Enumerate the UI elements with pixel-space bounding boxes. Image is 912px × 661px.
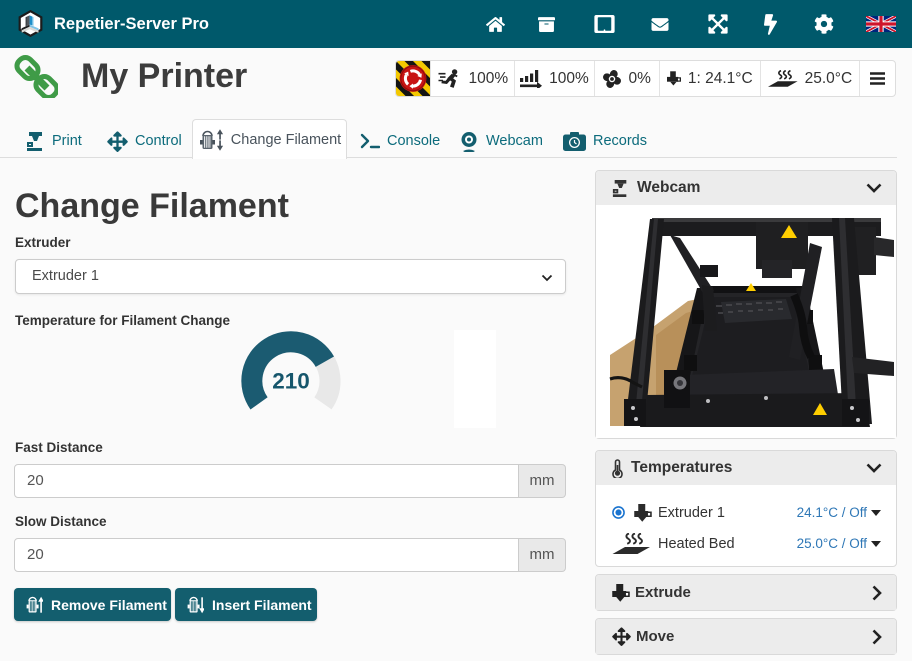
- svg-text:210: 210: [272, 369, 310, 394]
